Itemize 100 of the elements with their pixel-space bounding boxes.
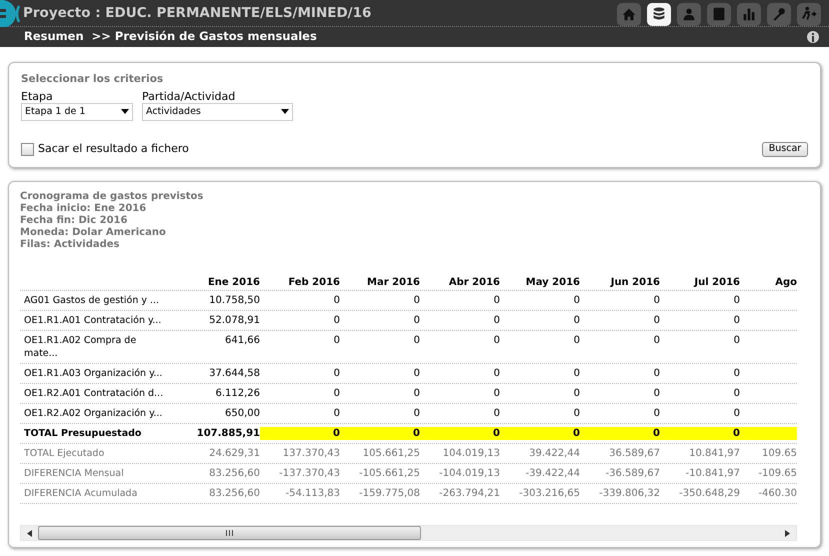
project-title: Proyecto : EDUC. PERMANENTE/ELS/MINED/16 — [23, 4, 372, 23]
table-cell: 0 — [574, 368, 580, 379]
table-cell: -339.806,32 — [599, 488, 660, 499]
table-cell: -104.019,13 — [439, 468, 500, 479]
table-cell: 0 — [734, 295, 740, 306]
row-label: OE1.R1.A01 Contratación y... — [24, 315, 162, 326]
column-header: Ago — [775, 276, 797, 288]
column-header: May 2016 — [526, 276, 580, 288]
report-info: Fecha inicio: Ene 2016 — [20, 203, 148, 215]
report-info: Filas: Actividades — [20, 239, 120, 251]
row-label: OE1.R1.A03 Organización y... — [24, 368, 162, 379]
table-cell: 0 — [414, 408, 420, 419]
table-cell: -350.648,29 — [679, 488, 740, 499]
table-cell: 0 — [414, 368, 420, 379]
table-cell: 24.629,31 — [209, 448, 260, 459]
search-button[interactable]: Buscar — [762, 142, 808, 156]
table-cell: 0 — [334, 295, 340, 306]
table-cell: -105.661,25 — [359, 468, 420, 479]
dropdown[interactable]: Etapa 1 de 1 — [21, 102, 133, 121]
table-cell: 0 — [333, 428, 340, 439]
row-label: DIFERENCIA Mensual — [24, 468, 124, 479]
row-label: AG01 Gastos de gestión y ... — [24, 295, 160, 306]
table-cell: 0 — [654, 335, 660, 346]
column-header: Jun 2016 — [610, 276, 660, 288]
table-cell: -460.30 — [758, 488, 797, 499]
row-label: TOTAL Presupuestado — [24, 428, 142, 439]
table-cell: 104.019,13 — [442, 448, 500, 459]
row-label: TOTAL Ejecutado — [24, 448, 104, 459]
table-cell: 0 — [334, 368, 340, 379]
table-cell: 0 — [734, 408, 740, 419]
row-label: OE1.R1.A02 Compra de mate... — [24, 335, 136, 359]
table-cell: -303.216,65 — [519, 488, 580, 499]
table-cell: 0 — [734, 315, 740, 326]
table-cell: 0 — [334, 335, 340, 346]
column-header: Jul 2016 — [694, 276, 740, 288]
table-cell: 36.589,67 — [609, 448, 660, 459]
table-cell: 0 — [494, 315, 500, 326]
table-cell: 0 — [334, 388, 340, 399]
row-label: OE1.R2.A01 Contratación d... — [24, 388, 164, 399]
table-cell: 109.65 — [762, 448, 797, 459]
table-cell: 0 — [574, 295, 580, 306]
field-label: Etapa — [21, 90, 54, 103]
table-cell: 0 — [574, 335, 580, 346]
table-cell: 0 — [414, 388, 420, 399]
table-cell: 52.078,91 — [209, 315, 260, 326]
table-cell: 83.256,60 — [209, 488, 260, 499]
table-cell: 0 — [734, 368, 740, 379]
table-cell: 0 — [494, 335, 500, 346]
table-cell: 0 — [654, 295, 660, 306]
checkbox-label: Sacar el resultado a fichero — [38, 140, 189, 157]
table-cell: 0 — [574, 408, 580, 419]
table-cell: 0 — [654, 408, 660, 419]
table-cell: 0 — [334, 408, 340, 419]
table-cell: 0 — [334, 315, 340, 326]
column-header: Mar 2016 — [367, 276, 420, 288]
breadcrumb-link[interactable]: Resumen — [24, 28, 84, 46]
column-header: Feb 2016 — [288, 276, 340, 288]
report-info: Fecha fin: Dic 2016 — [20, 215, 128, 227]
table-cell: -54.113,83 — [285, 488, 340, 499]
field-label: Partida/Actividad — [142, 90, 236, 103]
table-cell: -39.422,44 — [525, 468, 580, 479]
row-label: OE1.R2.A02 Organización y... — [24, 408, 162, 419]
table-cell: 0 — [414, 335, 420, 346]
report-info: Cronograma de gastos previstos — [20, 191, 204, 203]
table-cell: 641,66 — [225, 335, 260, 346]
table-cell: 0 — [414, 315, 420, 326]
table-cell: 0 — [414, 295, 420, 306]
table-cell: 0 — [654, 315, 660, 326]
column-header: Abr 2016 — [448, 276, 500, 288]
table-cell: 10.841,97 — [689, 448, 740, 459]
table-cell: 0 — [494, 295, 500, 306]
table-cell: 107.885,91 — [196, 428, 260, 439]
table-cell: 0 — [654, 388, 660, 399]
report-info: Moneda: Dolar Americano — [20, 227, 167, 239]
table-cell: -137.370,43 — [279, 468, 340, 479]
table-cell: -36.589,67 — [605, 468, 660, 479]
table-cell: 0 — [494, 368, 500, 379]
table-cell: 137.370,43 — [282, 448, 340, 459]
table-cell: 0 — [653, 428, 660, 439]
table-cell: 0 — [734, 388, 740, 399]
table-cell: -159.775,08 — [359, 488, 420, 499]
section-title: Seleccionar los criterios — [21, 72, 164, 87]
table-cell: 0 — [494, 408, 500, 419]
table-cell: 0 — [494, 388, 500, 399]
dropdown[interactable]: Actividades — [142, 102, 293, 121]
table-cell: 39.422,44 — [529, 448, 580, 459]
table-cell: -10.841,97 — [685, 468, 740, 479]
table-cell: 0 — [493, 428, 500, 439]
row-label: DIFERENCIA Acumulada — [24, 488, 138, 499]
table-cell: 0 — [413, 428, 420, 439]
table-cell: 10.758,50 — [209, 295, 260, 306]
table-cell: 0 — [574, 388, 580, 399]
column-header: Ene 2016 — [208, 276, 260, 288]
table-cell: 650,00 — [225, 408, 260, 419]
table-cell: -109.65 — [758, 468, 797, 479]
table-cell: 0 — [734, 335, 740, 346]
breadcrumb-current: >> Previsión de Gastos mensuales — [92, 28, 317, 46]
table-cell: 37.644,58 — [209, 368, 260, 379]
table-cell: 83.256,60 — [209, 468, 260, 479]
table-cell: -263.794,21 — [439, 488, 500, 499]
